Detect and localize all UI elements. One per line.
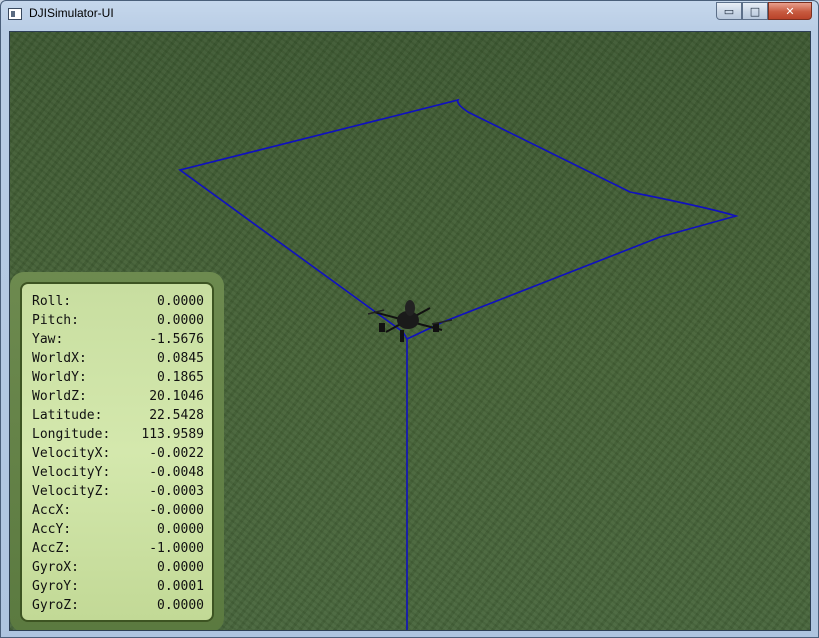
telemetry-value: 0.0000 bbox=[157, 598, 204, 613]
telemetry-label: WorldX: bbox=[32, 351, 87, 366]
telemetry-label: Latitude: bbox=[32, 408, 103, 423]
flight-path bbox=[178, 98, 739, 630]
telemetry-value: -0.0003 bbox=[149, 484, 204, 499]
telemetry-value: -0.0000 bbox=[149, 503, 204, 518]
telemetry-value: 22.5428 bbox=[149, 408, 204, 423]
3d-viewport[interactable]: Roll: 0.0000 Pitch: 0.0000 Yaw: -1.5676 WorldX… bbox=[9, 31, 811, 631]
telemetry-value: -1.0000 bbox=[149, 541, 204, 556]
telemetry-value: 0.0000 bbox=[157, 313, 204, 328]
telemetry-label: Yaw: bbox=[32, 332, 64, 347]
telemetry-label: GyroX: bbox=[32, 560, 79, 575]
telemetry-value: -1.5676 bbox=[149, 332, 204, 347]
telemetry-label: VelocityZ: bbox=[32, 484, 111, 499]
telemetry-value: 113.9589 bbox=[141, 427, 204, 442]
telemetry-value: 0.0001 bbox=[157, 579, 204, 594]
telemetry-row: Pitch: 0.0000 bbox=[32, 313, 204, 332]
telemetry-label: WorldZ: bbox=[32, 389, 87, 404]
minimize-icon: ▭ bbox=[723, 4, 735, 18]
telemetry-label: AccY: bbox=[32, 522, 72, 537]
telemetry-value: 0.0000 bbox=[157, 522, 204, 537]
telemetry-value: 0.0845 bbox=[157, 351, 204, 366]
telemetry-value: 20.1046 bbox=[149, 389, 204, 404]
telemetry-list: Roll: 0.0000 Pitch: 0.0000 Yaw: -1.5676 WorldX… bbox=[20, 282, 214, 622]
drone-icon bbox=[367, 300, 453, 342]
telemetry-label: GyroZ: bbox=[32, 598, 79, 613]
telemetry-row: WorldX: 0.0845 bbox=[32, 351, 204, 370]
telemetry-row: GyroY: 0.0001 bbox=[32, 579, 204, 598]
telemetry-panel: Roll: 0.0000 Pitch: 0.0000 Yaw: -1.5676 WorldX… bbox=[10, 272, 224, 630]
telemetry-row: WorldY: 0.1865 bbox=[32, 370, 204, 389]
telemetry-row: Yaw: -1.5676 bbox=[32, 332, 204, 351]
telemetry-value: 0.1865 bbox=[157, 370, 204, 385]
window-controls: ▭ □ ✕ bbox=[716, 2, 812, 20]
telemetry-row: GyroZ: 0.0000 bbox=[32, 598, 204, 617]
telemetry-row: AccX: -0.0000 bbox=[32, 503, 204, 522]
telemetry-label: Pitch: bbox=[32, 313, 79, 328]
telemetry-row: WorldZ: 20.1046 bbox=[32, 389, 204, 408]
telemetry-label: Longitude: bbox=[32, 427, 111, 442]
app-icon bbox=[8, 8, 22, 20]
telemetry-row: VelocityZ: -0.0003 bbox=[32, 484, 204, 503]
telemetry-label: Roll: bbox=[32, 294, 72, 309]
telemetry-row: GyroX: 0.0000 bbox=[32, 560, 204, 579]
telemetry-value: 0.0000 bbox=[157, 294, 204, 309]
telemetry-row: VelocityX: -0.0022 bbox=[32, 446, 204, 465]
telemetry-row: AccY: 0.0000 bbox=[32, 522, 204, 541]
telemetry-row: VelocityY: -0.0048 bbox=[32, 465, 204, 484]
telemetry-row: Longitude: 113.9589 bbox=[32, 427, 204, 446]
window-title: DJISimulator-UI bbox=[29, 6, 114, 20]
minimize-button[interactable]: ▭ bbox=[716, 2, 742, 20]
telemetry-label: AccZ: bbox=[32, 541, 72, 556]
close-icon: ✕ bbox=[785, 4, 795, 18]
telemetry-value: -0.0048 bbox=[149, 465, 204, 480]
title-bar[interactable]: DJISimulator-UI ▭ □ ✕ bbox=[1, 1, 818, 30]
telemetry-value: -0.0022 bbox=[149, 446, 204, 461]
telemetry-label: GyroY: bbox=[32, 579, 79, 594]
telemetry-row: AccZ: -1.0000 bbox=[32, 541, 204, 560]
telemetry-label: VelocityY: bbox=[32, 465, 111, 480]
telemetry-label: AccX: bbox=[32, 503, 72, 518]
maximize-button[interactable]: □ bbox=[742, 2, 768, 20]
close-button[interactable]: ✕ bbox=[768, 2, 812, 20]
telemetry-row: Latitude: 22.5428 bbox=[32, 408, 204, 427]
telemetry-row: Roll: 0.0000 bbox=[32, 294, 204, 313]
simulator-window: DJISimulator-UI ▭ □ ✕ Roll: 0.0000 Pitch: 0… bbox=[0, 0, 819, 638]
telemetry-label: WorldY: bbox=[32, 370, 87, 385]
telemetry-label: VelocityX: bbox=[32, 446, 111, 461]
maximize-icon: □ bbox=[749, 4, 761, 18]
telemetry-value: 0.0000 bbox=[157, 560, 204, 575]
